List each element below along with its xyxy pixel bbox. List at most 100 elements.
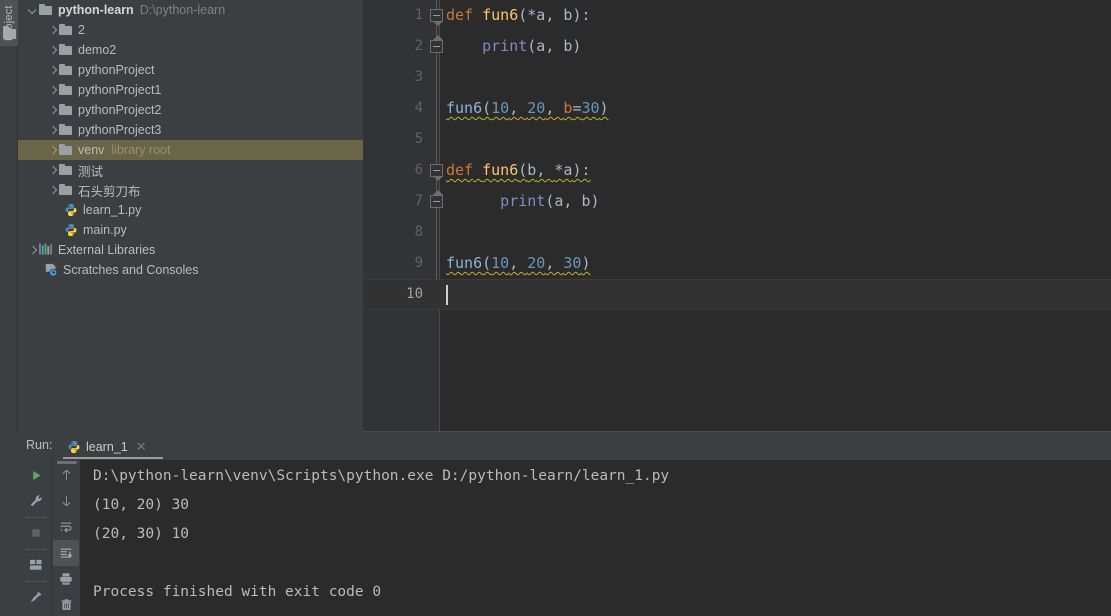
scroll-down-button[interactable]	[53, 488, 79, 514]
code-token: print	[482, 37, 528, 55]
tree-row-pythonProject[interactable]: pythonProject	[18, 60, 363, 80]
libraries-icon	[39, 243, 53, 257]
line-number-5: 5	[414, 131, 423, 147]
scroll-up-button[interactable]	[53, 462, 79, 488]
toolbar-separator-2	[25, 549, 47, 550]
chevron-right-icon[interactable]	[28, 245, 39, 256]
code-token: b	[527, 161, 537, 179]
code-token: a	[536, 37, 546, 55]
tree-row-石头剪刀布[interactable]: 石头剪刀布	[18, 180, 363, 200]
pycharm-window: Project python-learn D:\python-learn 2 demo…	[0, 0, 1111, 616]
tree-row-label: pythonProject1	[78, 83, 162, 97]
print-button[interactable]	[53, 566, 79, 592]
chevron-right-icon[interactable]	[48, 25, 59, 36]
code-editor[interactable]: 1 2 3 4 5 6 7 8 9 10 def fun6(*a, b): print(a, b) f…	[363, 0, 1111, 432]
code-token: (	[545, 192, 555, 210]
code-token: *a	[554, 161, 573, 179]
chevron-right-icon[interactable]	[48, 165, 59, 176]
folder-icon	[3, 26, 16, 39]
settings-button[interactable]	[23, 488, 49, 514]
run-toolbar-primary	[20, 460, 52, 616]
code-token: fun6	[482, 6, 519, 24]
console-scrollbar-thumb[interactable]	[57, 461, 77, 464]
tree-row-Scratches and Consoles[interactable]: Scratches and Consoles	[18, 260, 363, 280]
code-token: ,	[545, 37, 564, 55]
folder-icon	[39, 3, 53, 17]
chevron-down-icon[interactable]	[28, 5, 39, 16]
scroll-to-end-button[interactable]	[53, 540, 79, 566]
tree-row-pythonProject2[interactable]: pythonProject2	[18, 100, 363, 120]
tree-row-learn_1.py[interactable]: learn_1.py	[18, 200, 363, 220]
code-token: (	[518, 161, 528, 179]
arrow-down-icon	[61, 496, 71, 507]
code-line-1[interactable]: def fun6(*a, b):	[446, 0, 591, 31]
code-line-9[interactable]: fun6(10, 20, 30)	[446, 248, 591, 279]
code-token: (	[482, 99, 492, 117]
folder-icon	[59, 103, 73, 117]
chevron-right-icon[interactable]	[48, 185, 59, 196]
tree-row-label: 2	[78, 23, 85, 37]
chevron-right-icon[interactable]	[48, 85, 59, 96]
close-icon[interactable]: ✕	[136, 440, 147, 453]
tree-row-label: demo2	[78, 43, 117, 57]
chevron-right-icon[interactable]	[48, 65, 59, 76]
code-token: ,	[509, 254, 528, 272]
chevron-right-icon[interactable]	[48, 45, 59, 56]
run-window-label: Run:	[26, 438, 53, 452]
code-token: (	[482, 254, 492, 272]
code-line-7[interactable]: print(a, b)	[500, 186, 599, 217]
project-tool-tab[interactable]: Project	[0, 0, 18, 46]
chevron-right-icon[interactable]	[48, 125, 59, 136]
line-number-10: 10	[406, 286, 423, 302]
tree-row-2[interactable]: 2	[18, 20, 363, 40]
code-token: 30	[563, 254, 582, 272]
folder-icon	[59, 23, 73, 37]
console-output[interactable]: D:\python-learn\venv\Scripts\python.exe …	[80, 460, 1111, 616]
wrench-icon	[30, 495, 42, 507]
tree-row-pythonProject3[interactable]: pythonProject3	[18, 120, 363, 140]
run-button[interactable]	[23, 462, 49, 488]
scroll-to-end-icon	[60, 548, 72, 558]
tree-row-venv[interactable]: venv library root	[18, 140, 363, 160]
code-token: )	[590, 192, 600, 210]
tree-row-label: main.py	[83, 223, 127, 237]
line-number-6: 6	[414, 162, 423, 178]
code-line-2[interactable]: print(a, b)	[482, 31, 581, 62]
code-text-area[interactable]: def fun6(*a, b): print(a, b) fun6(10, 20, …	[440, 0, 1111, 432]
code-token: 30	[581, 99, 600, 117]
layout-button[interactable]	[23, 552, 49, 578]
pin-button[interactable]	[23, 584, 49, 610]
code-token: ,	[545, 99, 564, 117]
code-token: ,	[536, 161, 555, 179]
code-token: (	[527, 37, 537, 55]
code-line-4[interactable]: fun6(10, 20, b=30)	[446, 93, 609, 124]
tree-row-External Libraries[interactable]: External Libraries	[18, 240, 363, 260]
code-line-6[interactable]: def fun6(b, *a):	[446, 155, 591, 186]
tree-row-main.py[interactable]: main.py	[18, 220, 363, 240]
code-token: )	[572, 37, 582, 55]
tree-row-label: venv	[78, 143, 105, 157]
printer-icon	[60, 573, 72, 585]
tree-row-label: 测试	[78, 164, 104, 179]
soft-wrap-icon	[60, 522, 72, 532]
clear-all-button[interactable]	[53, 592, 79, 616]
run-tab-learn_1[interactable]: learn_1 ✕	[63, 435, 151, 458]
console-line-2: (10, 20) 30	[93, 497, 190, 513]
code-token: *a	[527, 6, 546, 24]
tree-row-label: pythonProject	[78, 63, 155, 77]
tree-row-pythonProject1[interactable]: pythonProject1	[18, 80, 363, 100]
chevron-right-icon[interactable]	[48, 145, 59, 156]
soft-wrap-button[interactable]	[53, 514, 79, 540]
code-token: 10	[491, 99, 510, 117]
line-number-1: 1	[414, 7, 423, 23]
tree-row-测试[interactable]: 测试	[18, 160, 363, 180]
text-caret	[446, 285, 448, 305]
stop-button[interactable]	[23, 520, 49, 546]
tree-row-demo2[interactable]: demo2	[18, 40, 363, 60]
code-token: 20	[527, 99, 546, 117]
project-tree-panel[interactable]: python-learn D:\python-learn 2 demo2 pythonP…	[18, 0, 363, 432]
chevron-right-icon[interactable]	[48, 105, 59, 116]
tree-row-python-learn[interactable]: python-learn D:\python-learn	[18, 0, 363, 20]
console-line-1: D:\python-learn\venv\Scripts\python.exe …	[93, 468, 670, 484]
